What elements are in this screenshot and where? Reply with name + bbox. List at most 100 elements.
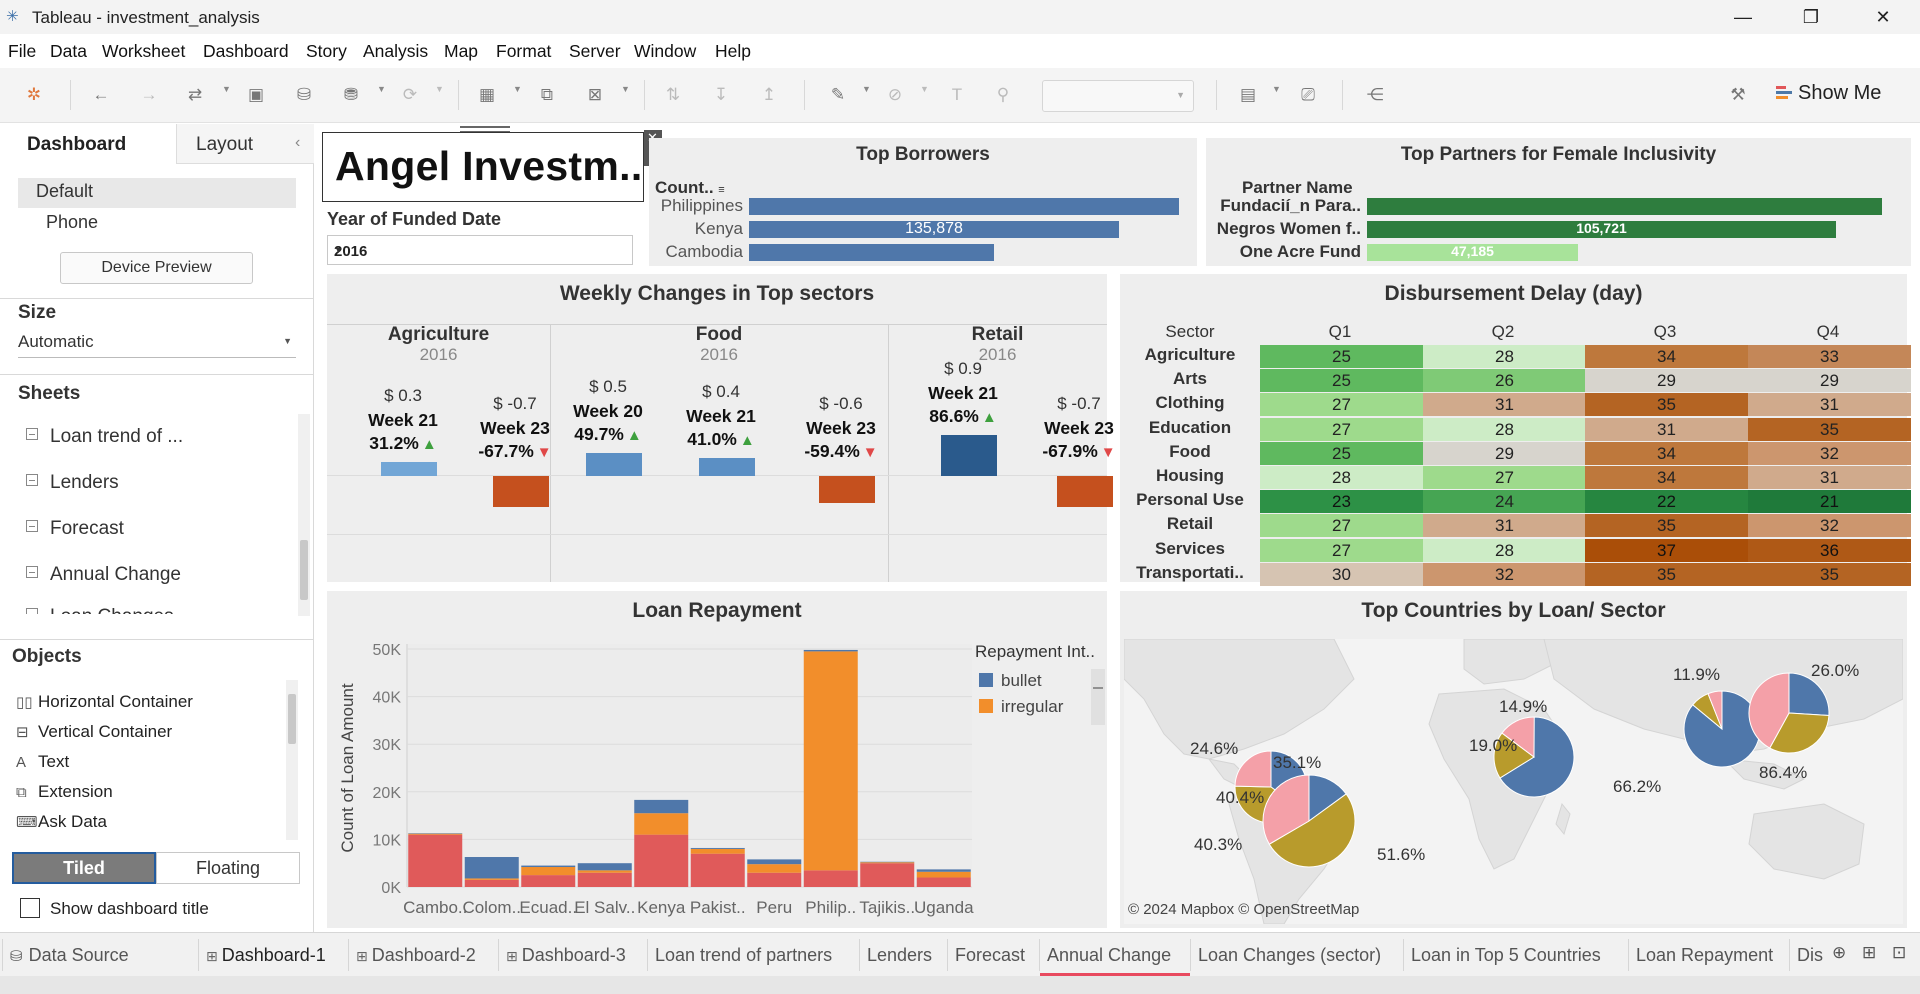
device-phone[interactable]: Phone bbox=[46, 212, 98, 233]
heatmap-cell[interactable]: 28 bbox=[1423, 345, 1586, 368]
presentation-mode-icon[interactable]: ⎚ bbox=[1295, 82, 1321, 108]
heatmap-cell[interactable]: 37 bbox=[1585, 538, 1748, 562]
object-text[interactable]: A Text bbox=[16, 752, 69, 772]
label-icon[interactable]: T bbox=[944, 82, 970, 108]
sheet-tab[interactable]: ⊞ Dashboard-2 bbox=[356, 945, 476, 966]
new-sheet-icon[interactable]: ▦ bbox=[474, 82, 500, 108]
heatmap-cell[interactable]: 22 bbox=[1585, 490, 1748, 514]
heatmap-cell[interactable]: 35 bbox=[1585, 562, 1748, 586]
heatmap-cell[interactable]: 35 bbox=[1748, 562, 1911, 586]
heatmap-cell[interactable]: 36 bbox=[1748, 538, 1911, 562]
heatmap-cell[interactable]: 29 bbox=[1748, 369, 1911, 393]
highlight-icon[interactable]: ✎ bbox=[825, 82, 851, 108]
group-dropdown-icon[interactable]: ▼ bbox=[920, 84, 929, 94]
menu-story[interactable]: Story bbox=[306, 41, 347, 62]
close-button[interactable]: ✕ bbox=[1860, 4, 1906, 30]
top-countries-map-panel[interactable]: Top Countries by Loan/ Sector 24.6% 35.1… bbox=[1120, 591, 1907, 928]
heatmap-cell[interactable]: 34 bbox=[1585, 466, 1748, 489]
sheet-tab[interactable]: Dis bbox=[1797, 945, 1823, 966]
device-preview-button[interactable]: Device Preview bbox=[60, 252, 253, 284]
swap-icon[interactable]: ⇄ bbox=[182, 82, 208, 108]
heatmap-cell[interactable]: 27 bbox=[1260, 514, 1423, 538]
heatmap-cell[interactable]: 32 bbox=[1748, 514, 1911, 538]
change-bar[interactable] bbox=[699, 458, 755, 476]
collapse-panel-icon[interactable]: ‹ bbox=[295, 134, 300, 152]
sheet-tab[interactable]: Annual Change bbox=[1047, 945, 1171, 966]
show-me-button[interactable]: Show Me bbox=[1776, 82, 1881, 105]
heatmap-cell[interactable]: 31 bbox=[1585, 417, 1748, 441]
sort-descending-icon[interactable]: ↥ bbox=[756, 82, 782, 108]
sheet-tab[interactable]: Loan Repayment bbox=[1636, 945, 1773, 966]
heatmap-cell[interactable]: 27 bbox=[1423, 466, 1586, 489]
heatmap-cell[interactable]: 35 bbox=[1585, 514, 1748, 538]
heatmap-cell[interactable]: 31 bbox=[1423, 393, 1586, 417]
duplicate-sheet-icon[interactable]: ⧉ bbox=[534, 82, 560, 108]
new-story-icon[interactable]: ⊡ bbox=[1892, 943, 1906, 963]
pause-dropdown-icon[interactable]: ▼ bbox=[377, 84, 386, 94]
sheet-item[interactable]: Loan trend of ... bbox=[26, 426, 183, 448]
new-worksheet-icon[interactable]: ⊕ bbox=[1832, 943, 1846, 963]
heatmap-cell[interactable]: 31 bbox=[1748, 466, 1911, 489]
heatmap-cell[interactable]: 28 bbox=[1260, 466, 1423, 489]
heatmap-cell[interactable]: 23 bbox=[1260, 490, 1423, 514]
heatmap-cell[interactable]: 25 bbox=[1260, 369, 1423, 393]
heatmap-cell[interactable]: 24 bbox=[1423, 490, 1586, 514]
scroll-thumb[interactable] bbox=[288, 694, 296, 744]
group-icon[interactable]: ⊘ bbox=[882, 82, 908, 108]
heatmap-cell[interactable]: 21 bbox=[1748, 490, 1911, 514]
swap-rows-columns-icon[interactable]: ⇅ bbox=[660, 82, 686, 108]
heatmap-cell[interactable]: 25 bbox=[1260, 345, 1423, 368]
refresh-icon[interactable]: ⟳ bbox=[397, 82, 423, 108]
change-bar[interactable] bbox=[493, 476, 549, 507]
sheet-tab[interactable]: Loan Changes (sector) bbox=[1198, 945, 1381, 966]
colombia-pie-slice[interactable] bbox=[1234, 750, 1272, 788]
sheet-tab[interactable]: Forecast bbox=[955, 945, 1025, 966]
heatmap-cell[interactable]: 33 bbox=[1748, 345, 1911, 368]
fit-dropdown[interactable]: ▼ bbox=[1042, 80, 1194, 112]
borrower-bar[interactable] bbox=[749, 244, 994, 261]
share-icon[interactable]: ⋲ bbox=[1362, 82, 1388, 108]
heatmap-cell[interactable]: 28 bbox=[1423, 538, 1586, 562]
sheet-item[interactable]: Annual Change bbox=[26, 564, 181, 586]
heatmap-cell[interactable]: 27 bbox=[1260, 538, 1423, 562]
sheet-tab[interactable]: Lenders bbox=[867, 945, 932, 966]
pause-updates-icon[interactable]: ⛃ bbox=[338, 82, 364, 108]
sheet-tab[interactable]: Loan in Top 5 Countries bbox=[1411, 945, 1601, 966]
change-bar[interactable] bbox=[819, 476, 875, 503]
undo-icon[interactable]: ← bbox=[88, 82, 114, 108]
weekly-changes-panel[interactable]: Weekly Changes in Top sectors Agricultur… bbox=[327, 274, 1116, 582]
change-bar[interactable] bbox=[1057, 476, 1113, 507]
floating-button[interactable]: Floating bbox=[156, 852, 300, 884]
sheet-item[interactable]: Forecast bbox=[26, 518, 124, 540]
restore-button[interactable]: ❐ bbox=[1788, 4, 1834, 30]
menu-worksheet[interactable]: Worksheet bbox=[102, 41, 185, 62]
heatmap-cell[interactable]: 34 bbox=[1585, 345, 1748, 368]
pin-icon[interactable]: ⚲ bbox=[990, 82, 1016, 108]
clear-dropdown-icon[interactable]: ▼ bbox=[621, 84, 630, 94]
heatmap-cell[interactable]: 31 bbox=[1423, 514, 1586, 538]
tiled-button[interactable]: Tiled bbox=[12, 852, 156, 884]
show-cards-dropdown-icon[interactable]: ▼ bbox=[1272, 84, 1281, 94]
menu-data[interactable]: Data bbox=[50, 41, 87, 62]
sheet-tab[interactable]: Loan trend of partners bbox=[655, 945, 832, 966]
heatmap-cell[interactable]: 35 bbox=[1585, 393, 1748, 417]
sort-ascending-icon[interactable]: ↧ bbox=[708, 82, 734, 108]
menu-format[interactable]: Format bbox=[496, 41, 551, 62]
sheets-scrollbar[interactable] bbox=[298, 414, 310, 616]
year-filter-dropdown[interactable]: 2016 ▼ bbox=[327, 235, 633, 265]
menu-server[interactable]: Server bbox=[569, 41, 621, 62]
show-cards-icon[interactable]: ▤ bbox=[1235, 82, 1261, 108]
heatmap-cell[interactable]: 28 bbox=[1423, 417, 1586, 441]
loan-repayment-panel[interactable]: Loan Repayment 0K 10K 20K 30K 40K 50K Count of… bbox=[327, 591, 1107, 928]
show-dashboard-title-checkbox[interactable]: Show dashboard title bbox=[20, 898, 209, 919]
change-bar[interactable] bbox=[941, 435, 997, 476]
new-sheet-dropdown-icon[interactable]: ▼ bbox=[513, 84, 522, 94]
menu-map[interactable]: Map bbox=[444, 41, 478, 62]
menu-window[interactable]: Window bbox=[634, 41, 696, 62]
heatmap-cell[interactable]: 30 bbox=[1260, 562, 1423, 586]
menu-dashboard[interactable]: Dashboard bbox=[203, 41, 289, 62]
map-area[interactable]: 24.6% 35.1% 40.4% 40.3% 51.6% 14.9% 19.0% 66.2%… bbox=[1124, 639, 1903, 924]
size-dropdown[interactable]: Automatic ▼ bbox=[18, 332, 296, 358]
dashboard-title-object[interactable]: Angel Investm.. bbox=[322, 132, 644, 202]
sheet-tab[interactable]: ⊞ Dashboard-1 bbox=[206, 945, 326, 966]
